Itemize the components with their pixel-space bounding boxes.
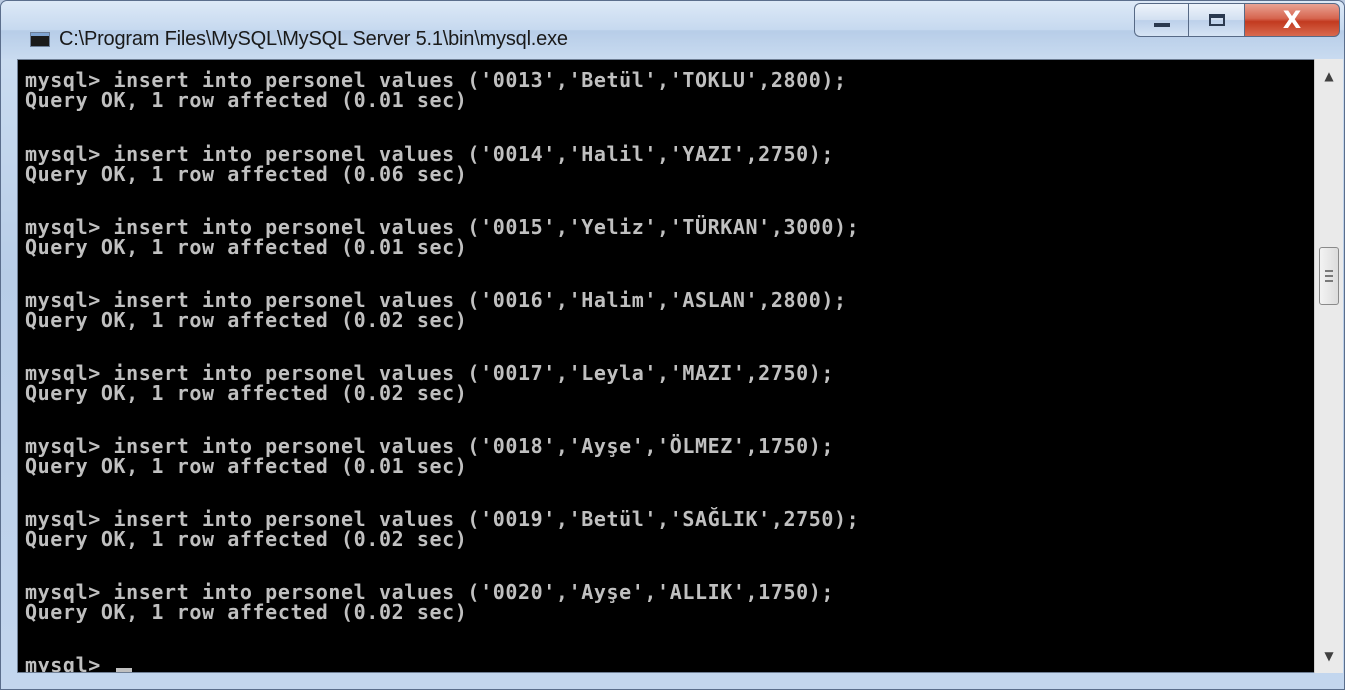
maximize-icon xyxy=(1208,14,1225,26)
close-icon: X xyxy=(1282,6,1302,34)
scroll-down-button[interactable]: ▼ xyxy=(1315,639,1343,673)
scroll-up-button[interactable]: ▲ xyxy=(1315,59,1343,93)
arrow-up-icon: ▲ xyxy=(1324,69,1334,83)
console-output[interactable]: mysql> insert into personel values ('001… xyxy=(17,59,1316,673)
console-line: Query OK, 1 row affected (0.01 sec) xyxy=(25,235,468,259)
close-button[interactable]: X xyxy=(1244,3,1340,37)
window-controls: X xyxy=(1134,3,1340,39)
minimize-icon xyxy=(1153,23,1170,27)
console-line: Query OK, 1 row affected (0.06 sec) xyxy=(25,162,468,186)
console-line: mysql> insert into personel values ('002… xyxy=(25,580,835,604)
minimize-button[interactable] xyxy=(1134,3,1188,37)
console-prompt-line[interactable]: mysql> xyxy=(25,653,132,673)
console-line: mysql> insert into personel values ('001… xyxy=(25,68,847,92)
console-line: mysql> insert into personel values ('001… xyxy=(25,507,860,531)
grip-icon xyxy=(1325,270,1333,282)
console-line: Query OK, 1 row affected (0.02 sec) xyxy=(25,600,468,624)
console-line: Query OK, 1 row affected (0.01 sec) xyxy=(25,454,468,478)
console-line: Query OK, 1 row affected (0.02 sec) xyxy=(25,527,468,551)
console-line: mysql> insert into personel values ('001… xyxy=(25,434,835,458)
text-cursor xyxy=(115,668,132,672)
title-bar[interactable]: C:\Program Files\MySQL\MySQL Server 5.1\… xyxy=(1,1,1344,59)
console-line: Query OK, 1 row affected (0.01 sec) xyxy=(25,88,468,112)
console-window: C:\Program Files\MySQL\MySQL Server 5.1\… xyxy=(0,0,1345,690)
console-prompt: mysql> xyxy=(25,653,114,673)
console-line: mysql> insert into personel values ('001… xyxy=(25,215,860,239)
console-line: mysql> insert into personel values ('001… xyxy=(25,142,835,166)
scroll-thumb[interactable] xyxy=(1319,247,1339,305)
console-line: Query OK, 1 row affected (0.02 sec) xyxy=(25,308,468,332)
window-title: C:\Program Files\MySQL\MySQL Server 5.1\… xyxy=(59,28,568,50)
console-line: mysql> insert into personel values ('001… xyxy=(25,361,835,385)
console-app-icon[interactable] xyxy=(30,32,50,47)
maximize-button[interactable] xyxy=(1188,3,1244,37)
vertical-scrollbar[interactable]: ▲ ▼ xyxy=(1314,59,1343,673)
console-line: Query OK, 1 row affected (0.02 sec) xyxy=(25,381,468,405)
arrow-down-icon: ▼ xyxy=(1324,649,1334,663)
console-line: mysql> insert into personel values ('001… xyxy=(25,288,847,312)
